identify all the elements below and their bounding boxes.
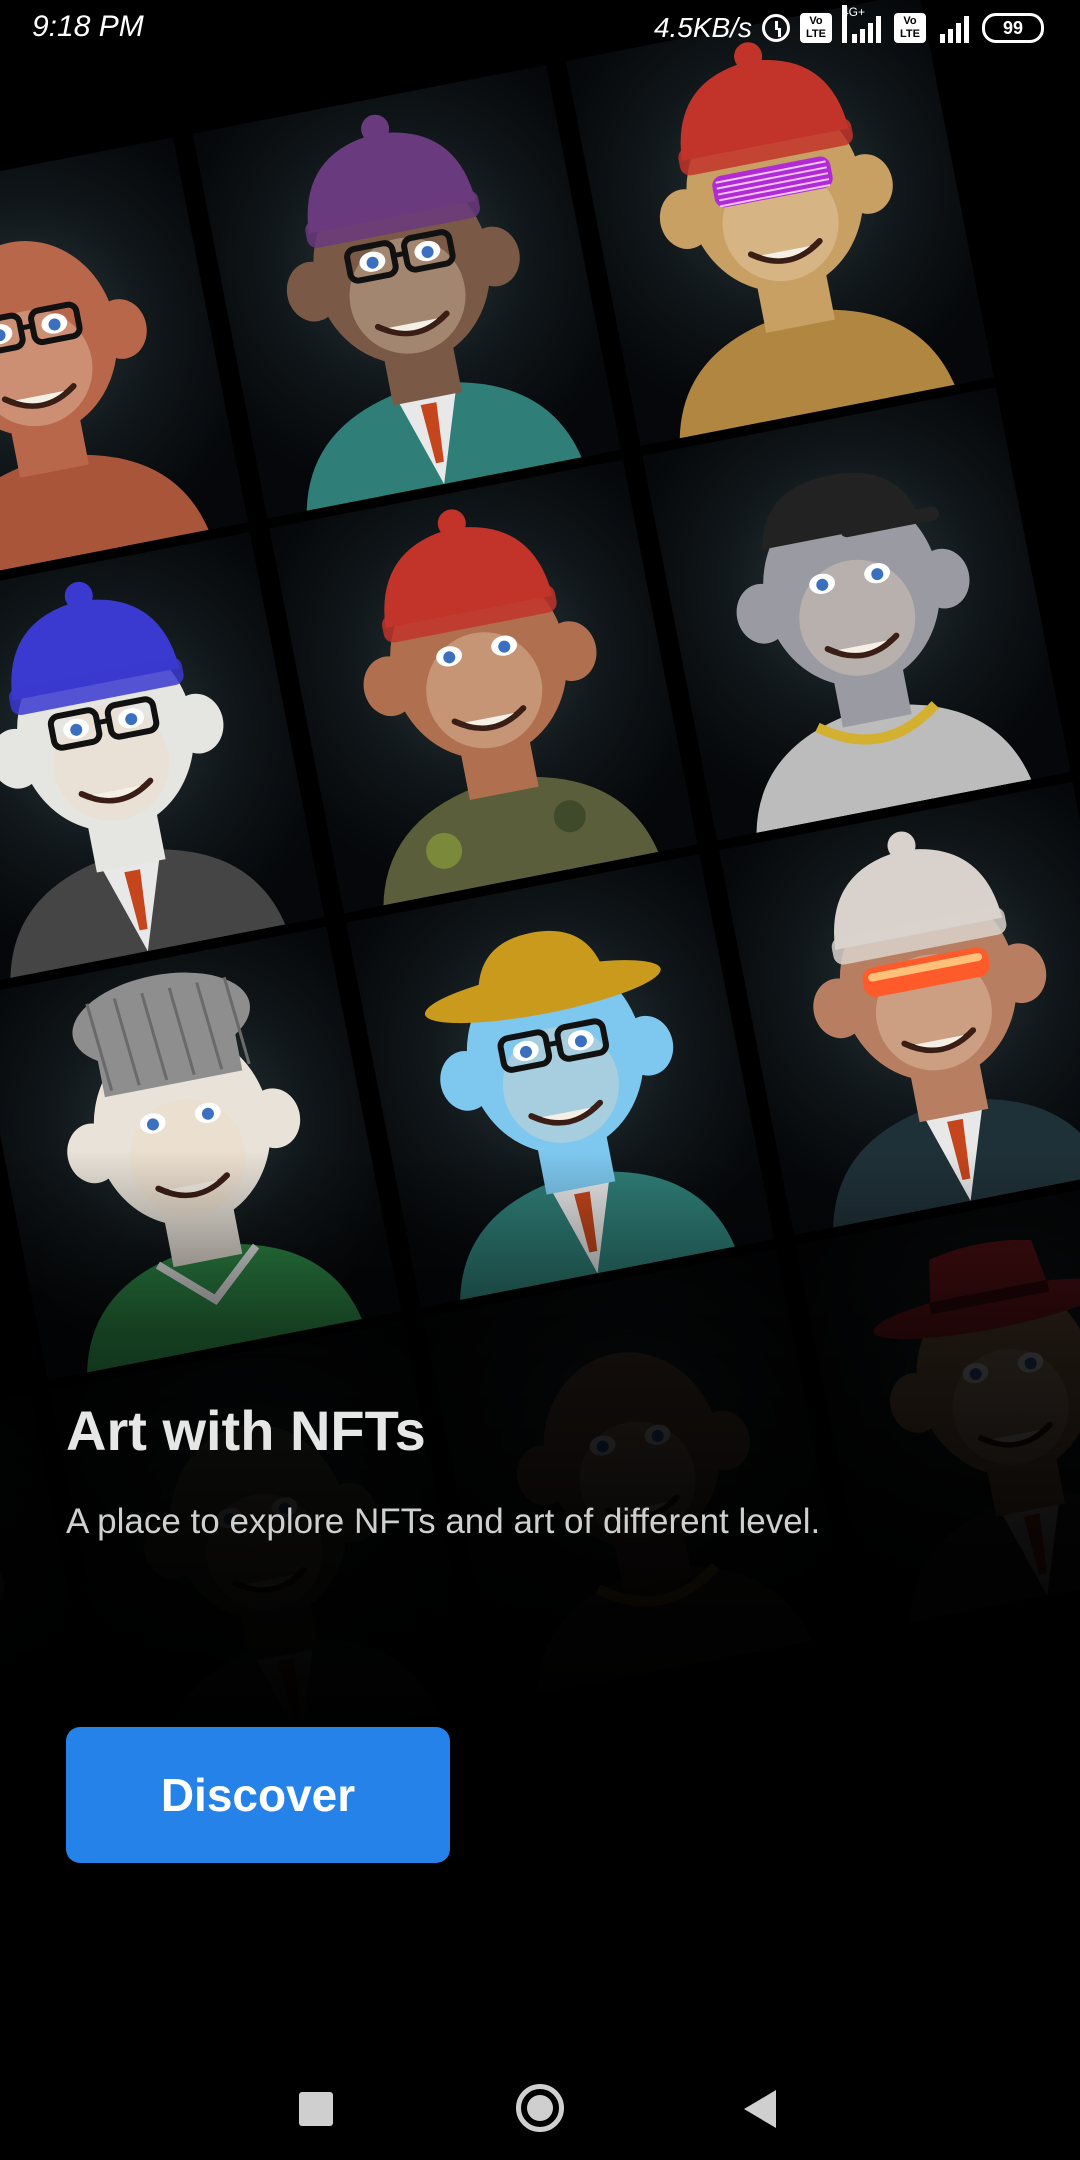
ape-purple-beanie-suit-tile	[192, 64, 621, 519]
volte-icon: Vo LTE	[894, 13, 926, 43]
system-nav-bar	[0, 2040, 1080, 2160]
ape-blue-beanie-banana-tile	[0, 532, 325, 986]
status-time: 9:18 PM	[32, 10, 144, 43]
page-subtitle: A place to explore NFTs and art of diffe…	[66, 1502, 821, 1541]
ape-chef-leopard-tile	[0, 926, 402, 1381]
ape-dim-center-tile	[422, 1248, 851, 1703]
network-type: 4G+	[842, 5, 865, 43]
back-triangle-icon[interactable]	[744, 2090, 776, 2128]
status-icons: 4.5KB/s Vo LTE 4G+ Vo LTE 99	[653, 5, 1044, 44]
ape-zebra-cap-chain-tile	[642, 387, 1071, 841]
signal-icon: 4G+	[842, 5, 884, 43]
home-circle-icon[interactable]	[516, 2084, 564, 2132]
page-title: Art with NFTs	[66, 1399, 426, 1462]
status-bar: 9:18 PM 4.5KB/s Vo LTE 4G+ Vo LTE 99	[0, 0, 1080, 64]
ape-cream-beanie-visor-tile	[719, 781, 1080, 1236]
recents-square-icon[interactable]	[299, 2092, 333, 2126]
signal-icon	[936, 13, 972, 43]
ape-red-beanie-wings-tile	[269, 459, 698, 914]
ape-red-fedora-tile	[795, 1176, 1080, 1630]
alarm-icon	[762, 14, 790, 42]
volte-icon: Vo LTE	[800, 13, 832, 43]
network-speed: 4.5KB/s	[653, 12, 752, 43]
ape-red-beanie-shades-tile	[565, 0, 994, 446]
battery-icon: 99	[982, 13, 1044, 43]
discover-button[interactable]: Discover	[66, 1727, 450, 1863]
ape-ice-yellow-hat-tile	[346, 854, 775, 1308]
